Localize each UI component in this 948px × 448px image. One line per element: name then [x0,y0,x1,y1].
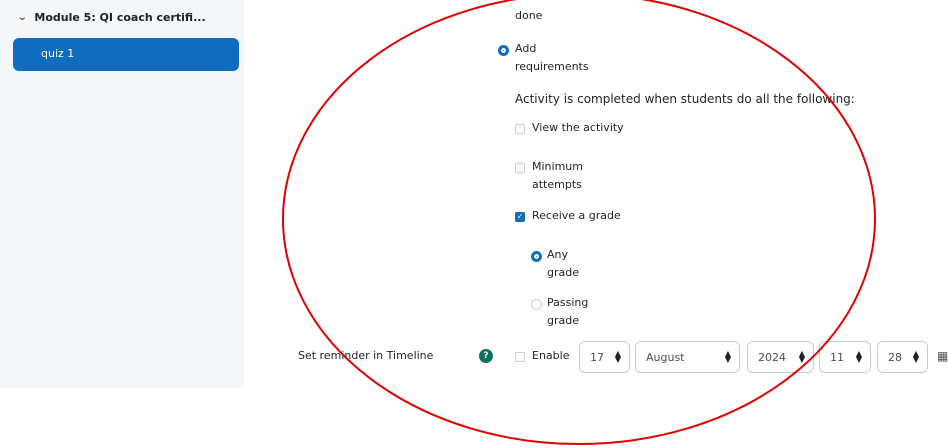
select-arrows-icon: ▲ ▼ [798,349,805,364]
year-select[interactable]: 2024 ▲ ▼ [747,341,814,373]
enable-reminder-label: Enable [532,349,570,362]
passing-grade-label-line2: grade [547,314,579,327]
day-select-value: 17 [590,350,604,364]
sidebar-item-label: quiz 1 [41,47,75,60]
month-select-value: August [646,350,685,364]
minute-select[interactable]: 28 ▲ ▼ [877,341,928,373]
select-arrows-icon: ▲ ▼ [724,349,731,364]
any-grade-label-line2: grade [547,266,579,279]
completion-conditions-heading: Activity is completed when students do a… [515,92,855,106]
completion-option-done-text: done [515,9,543,22]
view-activity-label: View the activity [532,121,624,134]
receive-grade-checkbox[interactable]: ✓ [515,212,525,222]
sidebar-item-quiz-1[interactable]: quiz 1 [13,38,239,71]
hour-select[interactable]: 11 ▲ ▼ [819,341,871,373]
chevron-down-icon[interactable]: ⌄ [17,12,28,23]
view-activity-checkbox[interactable] [515,124,525,134]
select-arrows-icon: ▲ ▼ [855,349,862,364]
add-requirements-label-line2: requirements [515,60,589,73]
minute-select-value: 28 [888,350,902,364]
month-select[interactable]: August ▲ ▼ [635,341,740,373]
select-arrows-icon: ▲ ▼ [614,349,621,364]
receive-grade-label: Receive a grade [532,209,621,222]
hour-select-value: 11 [830,350,844,364]
enable-reminder-checkbox[interactable] [515,352,525,362]
passing-grade-radio[interactable] [531,299,542,310]
minimum-attempts-label-line2: attempts [532,178,582,191]
year-select-value: 2024 [758,350,786,364]
help-icon[interactable]: ? [479,349,493,363]
set-reminder-label: Set reminder in Timeline [298,349,434,362]
minimum-attempts-checkbox[interactable] [515,163,525,173]
course-index-sidebar: ⌄ Module 5: QI coach certifi... quiz 1 [0,0,244,388]
day-select[interactable]: 17 ▲ ▼ [579,341,630,373]
add-requirements-radio[interactable] [498,45,509,56]
calendar-icon[interactable]: ▦ [937,349,948,363]
any-grade-radio[interactable] [531,251,542,262]
sidebar-section-module-5[interactable]: ⌄ Module 5: QI coach certifi... [17,11,206,24]
select-arrows-icon: ▲ ▼ [912,349,919,364]
sidebar-section-title: Module 5: QI coach certifi... [34,11,206,24]
